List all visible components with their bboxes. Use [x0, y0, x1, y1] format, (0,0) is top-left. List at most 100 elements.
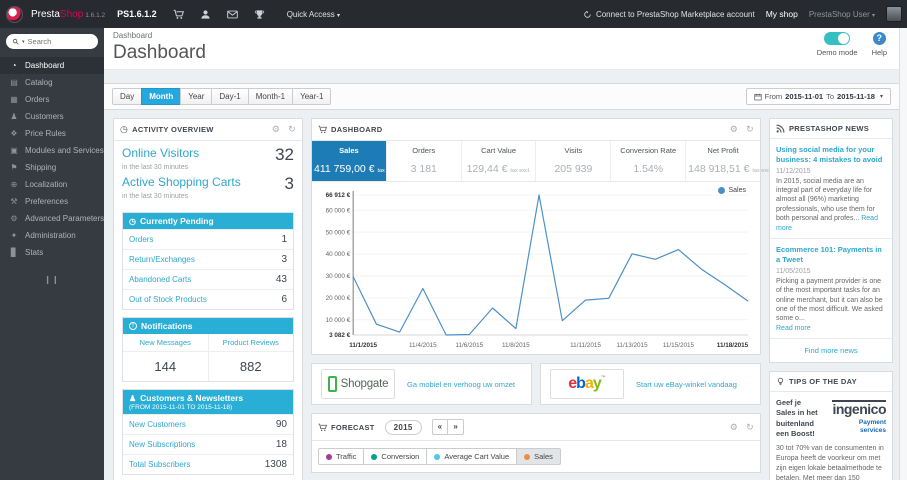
sidebar-item-preferences[interactable]: ⚒ Preferences — [0, 193, 104, 210]
from-date: 2015-11-01 — [785, 92, 824, 101]
pending-returns-link[interactable]: Return/Exchanges — [129, 255, 195, 264]
user-menu[interactable]: PrestaShop User ▾ — [809, 10, 875, 19]
forecast-year[interactable]: 2015 — [384, 419, 422, 435]
date-range-picker[interactable]: From 2015-11-01 To 2015-11-18 ▾ — [745, 88, 891, 105]
shopgate-link[interactable]: Ga mobiel en verhoog uw omzet — [407, 380, 515, 389]
active-carts-link[interactable]: Active Shopping Carts 3 — [122, 175, 294, 192]
administration-icon: ✦ — [10, 231, 18, 240]
kpi-value: 129,44 € — [466, 163, 508, 175]
messages-icon[interactable] — [226, 9, 238, 20]
find-more-news-link[interactable]: Find more news — [770, 339, 892, 362]
forecast-toggle-sales[interactable]: Sales — [516, 448, 561, 465]
sidebar-item-catalog[interactable]: ▤ Catalog — [0, 74, 104, 91]
ebay-banner[interactable]: ebay™ Start uw eBay-winkel vandaag — [540, 363, 761, 405]
search-input[interactable] — [27, 37, 90, 46]
sidebar-item-dashboard[interactable]: ◔ Dashboard — [0, 57, 104, 74]
customer-icon[interactable] — [200, 9, 211, 20]
refresh-icon[interactable]: ↻ — [746, 422, 754, 433]
tips-of-the-day-panel: TIPS OF THE DAY Geef je Sales in het bui… — [769, 371, 893, 480]
kpi-label: Orders — [412, 146, 436, 155]
page-title: Dashboard — [113, 42, 206, 63]
ingenico-payment-text: Payment — [858, 419, 886, 427]
marketplace-link[interactable]: Connect to PrestaShop Marketplace accoun… — [583, 10, 755, 19]
help-icon[interactable]: ? — [872, 32, 886, 45]
sidebar-collapse-button[interactable]: ❙❙ — [0, 275, 104, 284]
refresh-icon[interactable]: ↻ — [288, 124, 296, 135]
forecast-toggle-conversion[interactable]: Conversion — [363, 448, 428, 465]
scrollbar[interactable] — [899, 28, 907, 480]
svg-text:11/11/2015: 11/11/2015 — [570, 342, 601, 349]
tab-year[interactable]: Year — [180, 88, 213, 105]
tab-month-1[interactable]: Month-1 — [247, 88, 294, 105]
forecast-toggle-traffic[interactable]: Traffic — [318, 448, 365, 465]
sidebar-item-shipping[interactable]: ⚑ Shipping — [0, 159, 104, 176]
kpi-value: 3 181 — [410, 163, 437, 175]
sidebar-search[interactable]: ▾ — [6, 34, 98, 49]
forecast-toggle-label: Traffic — [336, 452, 357, 461]
out-of-stock-link[interactable]: Out of Stock Products — [129, 295, 207, 304]
tab-day[interactable]: Day — [112, 88, 143, 105]
ebay-link[interactable]: Start uw eBay-winkel vandaag — [636, 380, 737, 389]
tab-day-1[interactable]: Day-1 — [211, 88, 249, 105]
product-reviews-link[interactable]: Product Reviews — [208, 334, 293, 352]
online-visitors-value: 32 — [275, 145, 294, 164]
sidebar-item-label: Catalog — [25, 78, 53, 87]
ingenico-logo[interactable]: ingenico Payment services — [826, 398, 886, 434]
sidebar-item-administration[interactable]: ✦ Administration — [0, 227, 104, 244]
sidebar-item-orders[interactable]: ▦ Orders — [0, 91, 104, 108]
to-date: 2015-11-18 — [837, 92, 875, 101]
sidebar-item-localization[interactable]: ⊕ Localization — [0, 176, 104, 193]
online-visitors-link[interactable]: Online Visitors 32 — [122, 146, 294, 163]
my-shop-link[interactable]: My shop — [766, 9, 798, 19]
sales-legend-label: Sales — [728, 187, 746, 194]
abandoned-carts-link[interactable]: Abandoned Carts — [129, 275, 191, 284]
calendar-icon — [754, 93, 762, 100]
kpi-conversion-rate[interactable]: Conversion Rate 1.54% — [611, 141, 687, 181]
demo-mode-toggle[interactable] — [824, 32, 851, 45]
average-cart-value-dot — [434, 453, 441, 460]
kpi-orders[interactable]: Orders 3 181 — [387, 141, 462, 181]
read-more-link[interactable]: Read more — [776, 325, 811, 332]
quick-access-menu[interactable]: Quick Access ▾ — [287, 10, 340, 19]
tab-month[interactable]: Month — [141, 88, 182, 105]
prestashop-news-panel: PRESTASHOP NEWS Using social media for y… — [769, 118, 893, 364]
search-icon — [12, 38, 19, 45]
pending-orders-link[interactable]: Orders — [129, 235, 153, 244]
news-article-title[interactable]: Using social media for your business: 4 … — [776, 145, 886, 165]
refresh-icon[interactable]: ↻ — [746, 124, 754, 135]
gear-icon[interactable]: ⚙ — [272, 124, 280, 135]
shopgate-banner[interactable]: Shopgate Ga mobiel en verhoog uw omzet — [311, 363, 532, 405]
avatar[interactable] — [886, 6, 902, 22]
sidebar-item-label: Modules and Services — [25, 146, 104, 155]
search-scope-caret-icon[interactable]: ▾ — [22, 39, 25, 45]
out-of-stock-value: 6 — [281, 294, 287, 305]
news-article-title[interactable]: Ecommerce 101: Payments in a Tweet — [776, 245, 886, 265]
kpi-sales[interactable]: Sales 411 759,00 € tax excl. — [312, 141, 398, 181]
kpi-net-profit[interactable]: Net Profit 148 918,51 € tax excl. — [686, 141, 772, 181]
sidebar-item-modules[interactable]: ▣ Modules and Services — [0, 142, 104, 159]
kpi-visits[interactable]: Visits 205 939 — [536, 141, 612, 181]
total-subscribers-link[interactable]: Total Subscribers — [129, 460, 190, 469]
prestashop-logo — [6, 5, 23, 23]
new-customers-row: New Customers 90 — [123, 414, 293, 434]
sidebar-item-stats[interactable]: ▊ Stats — [0, 244, 104, 261]
sidebar-item-price-rules[interactable]: ❖ Price Rules — [0, 125, 104, 142]
activity-panel-title: ACTIVITY OVERVIEW — [132, 125, 214, 134]
sidebar-item-customers[interactable]: ♟ Customers — [0, 108, 104, 125]
forecast-toggle-average-cart-value[interactable]: Average Cart Value — [426, 448, 518, 465]
kpi-cart-value[interactable]: Cart Value 129,44 € tax excl. — [462, 141, 537, 181]
sidebar-item-advanced-parameters[interactable]: ⚙ Advanced Parameters — [0, 210, 104, 227]
tab-year-1[interactable]: Year-1 — [292, 88, 332, 105]
trophy-icon[interactable] — [254, 9, 265, 20]
cart-icon[interactable] — [173, 9, 184, 20]
previous-year-button[interactable]: « — [431, 419, 449, 435]
sales-chart: 66 912 € 60 000 € 50 000 € 40 000 € 30 000 €… — [326, 191, 749, 349]
new-subscriptions-link[interactable]: New Subscriptions — [129, 440, 195, 449]
new-customers-link[interactable]: New Customers — [129, 420, 186, 429]
kpi-label: Visits — [564, 146, 583, 155]
gear-icon[interactable]: ⚙ — [730, 124, 738, 135]
gear-icon[interactable]: ⚙ — [730, 422, 738, 433]
total-subscribers-value: 1308 — [264, 459, 287, 470]
next-year-button[interactable]: » — [447, 419, 465, 435]
new-messages-link[interactable]: New Messages — [123, 334, 208, 352]
